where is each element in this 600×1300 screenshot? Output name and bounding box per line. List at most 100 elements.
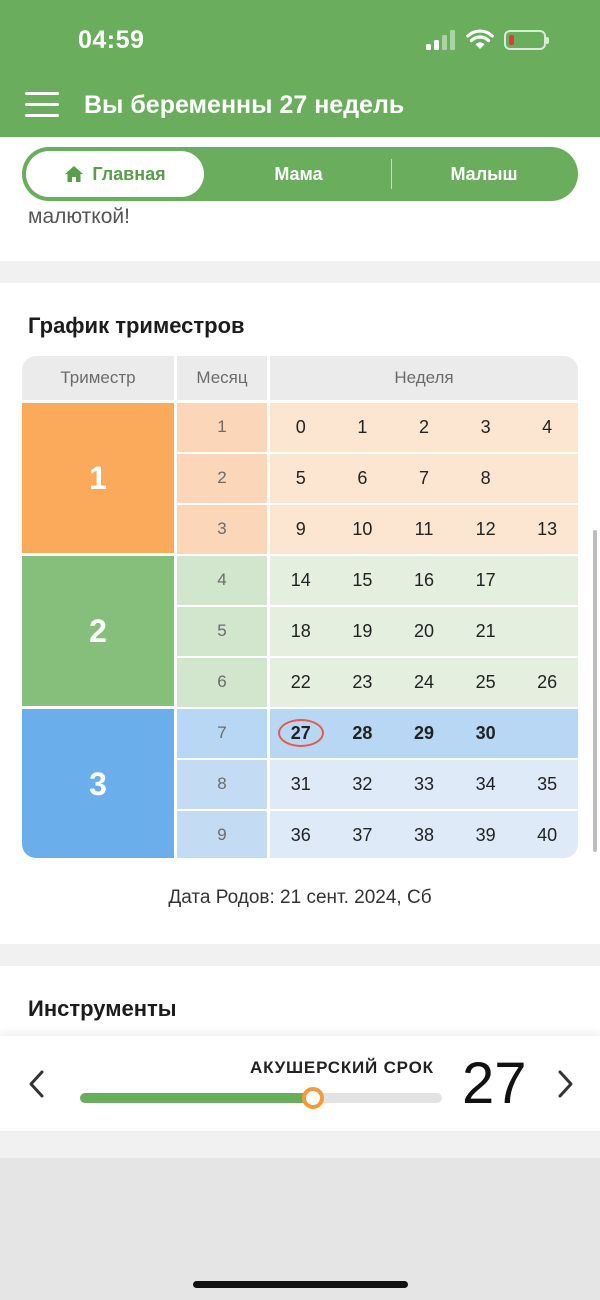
- week-cell[interactable]: 9: [270, 505, 332, 554]
- week-row: 36 37 38 39 40: [270, 811, 578, 858]
- tab-divider: [391, 159, 392, 189]
- status-bar: 04:59: [0, 0, 600, 80]
- chevron-right-icon[interactable]: [550, 1066, 580, 1102]
- tab-nav: Главная Мама Малыш: [0, 137, 600, 211]
- trimester-schedule-card: График триместров Триместр Месяц Неделя …: [0, 283, 600, 944]
- tab-home[interactable]: Главная: [26, 151, 204, 197]
- week-cell[interactable]: 30: [455, 709, 517, 758]
- week-row: 27 28 29 30: [270, 709, 578, 758]
- week-cell[interactable]: 12: [455, 505, 517, 554]
- week-cell[interactable]: 32: [332, 760, 394, 809]
- battery-icon: [504, 30, 549, 50]
- month-cell: 6: [177, 658, 267, 707]
- week-cell[interactable]: 11: [393, 505, 455, 554]
- trimester-cell: 2: [22, 556, 174, 706]
- week-cell[interactable]: 17: [455, 556, 517, 605]
- hamburger-menu-icon[interactable]: [25, 92, 59, 118]
- week-cell[interactable]: 29: [393, 709, 455, 758]
- week-cell[interactable]: 22: [270, 658, 332, 707]
- week-cell[interactable]: 4: [516, 403, 578, 452]
- week-row: 5678: [270, 454, 578, 503]
- week-slider-bar: АКУШЕРСКИЙ СРОК 27: [0, 1036, 600, 1131]
- week-cell[interactable]: 37: [332, 811, 394, 858]
- week-cell[interactable]: 8: [455, 454, 517, 503]
- week-row: 9 10 11 12 13: [270, 505, 578, 554]
- week-row: 01234: [270, 403, 578, 452]
- week-cell[interactable]: 16: [393, 556, 455, 605]
- week-cell[interactable]: 15: [332, 556, 394, 605]
- chevron-left-icon[interactable]: [22, 1066, 52, 1102]
- week-cell[interactable]: 19: [332, 607, 394, 656]
- previous-card: малюткой!: [0, 205, 600, 261]
- week-cell[interactable]: 33: [393, 760, 455, 809]
- month-cell: 9: [177, 811, 267, 858]
- week-row: 18 19 20 21: [270, 607, 578, 656]
- wifi-icon: [466, 29, 494, 49]
- week-cell[interactable]: 40: [516, 811, 578, 858]
- week-cell[interactable]: 20: [393, 607, 455, 656]
- week-cell[interactable]: 2: [393, 403, 455, 452]
- tab-baby[interactable]: Малыш: [394, 151, 574, 197]
- slider-fill: [80, 1093, 313, 1103]
- week-cell[interactable]: 6: [332, 454, 394, 503]
- home-icon: [65, 166, 84, 182]
- trimester-cell: 3: [22, 709, 174, 858]
- week-cell[interactable]: 23: [332, 658, 394, 707]
- cellular-signal-icon: [426, 30, 458, 50]
- week-cell[interactable]: 1: [332, 403, 394, 452]
- month-cell: 3: [177, 505, 267, 554]
- week-cell[interactable]: 14: [270, 556, 332, 605]
- slider-label: АКУШЕРСКИЙ СРОК: [250, 1058, 434, 1077]
- week-cell[interactable]: 10: [332, 505, 394, 554]
- current-week-number: 27: [462, 1051, 527, 1116]
- status-time: 04:59: [78, 26, 145, 54]
- month-cell: 5: [177, 607, 267, 656]
- week-cell[interactable]: 21: [455, 607, 517, 656]
- week-cell[interactable]: 36: [270, 811, 332, 858]
- week-row: 14 15 16 17: [270, 556, 578, 605]
- month-cell: 2: [177, 454, 267, 503]
- previous-card-text: малюткой!: [28, 205, 130, 228]
- header-week: Неделя: [270, 356, 578, 400]
- tools-title: Инструменты: [28, 996, 177, 1021]
- week-cell[interactable]: 27: [270, 709, 332, 758]
- trimester-table: Триместр Месяц Неделя 1 1 0 1 2 3 4 2 5 6 7 8 3 9 10 11…: [22, 356, 578, 858]
- header-month: Месяц: [177, 356, 267, 400]
- week-cell[interactable]: 39: [455, 811, 517, 858]
- week-cell[interactable]: 31: [270, 760, 332, 809]
- week-cell[interactable]: 0: [270, 403, 332, 452]
- week-row: 31 32 33 34 35: [270, 760, 578, 809]
- week-cell[interactable]: 5: [270, 454, 332, 503]
- month-cell: 7: [177, 709, 267, 758]
- month-cell: 8: [177, 760, 267, 809]
- week-cell[interactable]: 3: [455, 403, 517, 452]
- week-cell[interactable]: 24: [393, 658, 455, 707]
- tab-mama[interactable]: Мама: [208, 151, 389, 197]
- month-cell: 4: [177, 556, 267, 605]
- page-title: Вы беременны 27 недель: [84, 91, 405, 119]
- week-cell[interactable]: 26: [516, 658, 578, 707]
- week-cell[interactable]: 28: [332, 709, 394, 758]
- trimester-cell: 1: [22, 403, 174, 553]
- tab-baby-label: Малыш: [450, 163, 518, 184]
- week-cell[interactable]: 18: [270, 607, 332, 656]
- month-cell: 1: [177, 403, 267, 452]
- week-cell[interactable]: 34: [455, 760, 517, 809]
- bottom-area: [0, 1158, 600, 1300]
- due-date: Дата Родов: 21 сент. 2024, Сб: [168, 887, 432, 908]
- week-row: 22 23 24 25 26: [270, 658, 578, 707]
- week-cell[interactable]: 38: [393, 811, 455, 858]
- tools-card: Инструменты: [0, 966, 600, 1036]
- scrollbar[interactable]: [593, 530, 597, 852]
- app-header: 04:59 Вы беременны 27 недель: [0, 0, 600, 137]
- slider-thumb[interactable]: [301, 1087, 324, 1109]
- tab-mama-label: Мама: [274, 163, 323, 184]
- week-cell[interactable]: 7: [393, 454, 455, 503]
- home-indicator: [193, 1281, 408, 1288]
- slider-track[interactable]: [80, 1087, 442, 1109]
- week-cell[interactable]: 25: [455, 658, 517, 707]
- section-title: График триместров: [28, 313, 245, 338]
- week-cell[interactable]: 13: [516, 505, 578, 554]
- week-cell[interactable]: 35: [516, 760, 578, 809]
- header-trimester: Триместр: [22, 356, 174, 400]
